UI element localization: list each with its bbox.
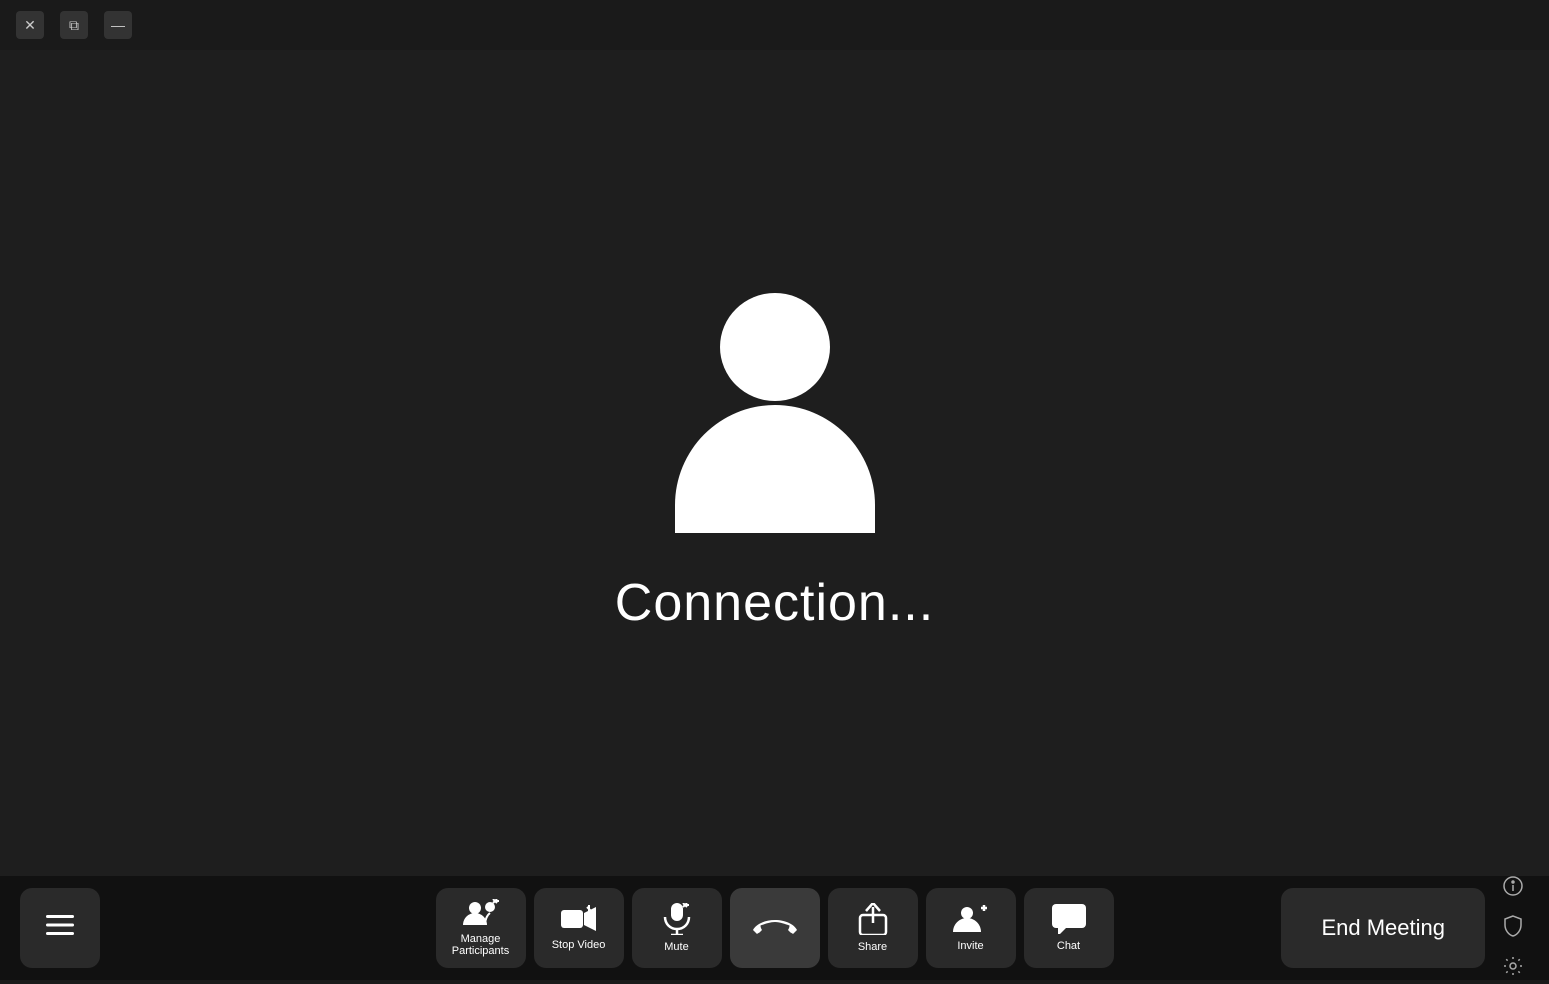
- toolbar-left: [20, 888, 100, 968]
- chat-icon: [1052, 904, 1086, 934]
- mute-button[interactable]: Mute: [632, 888, 722, 968]
- invite-icon: [953, 904, 989, 934]
- settings-button[interactable]: [1497, 952, 1529, 984]
- gear-icon: [1503, 956, 1523, 981]
- stop-video-button[interactable]: Stop Video: [534, 888, 624, 968]
- title-bar: ✕ ⧉ —: [0, 0, 1549, 50]
- end-meeting-button[interactable]: End Meeting: [1281, 888, 1485, 968]
- shield-button[interactable]: [1497, 912, 1529, 944]
- share-icon: [858, 903, 888, 935]
- toolbar: ManageParticipants Stop Video: [0, 876, 1549, 980]
- shield-icon: [1503, 915, 1523, 942]
- chat-label: Chat: [1057, 940, 1080, 952]
- invite-label: Invite: [957, 940, 983, 952]
- mute-label: Mute: [664, 941, 688, 953]
- menu-button[interactable]: [20, 888, 100, 968]
- stop-video-icon: [561, 905, 597, 933]
- avatar-container: [655, 293, 895, 533]
- share-label: Share: [858, 941, 887, 953]
- pip-icon: ⧉: [69, 17, 79, 34]
- manage-participants-label: ManageParticipants: [452, 933, 509, 957]
- mute-icon: [663, 903, 691, 935]
- chat-button[interactable]: Chat: [1024, 888, 1114, 968]
- stop-video-label: Stop Video: [552, 939, 606, 951]
- close-button[interactable]: ✕: [16, 11, 44, 39]
- side-icons: [1497, 872, 1529, 984]
- toolbar-right: End Meeting: [1281, 872, 1529, 984]
- minimize-icon: —: [111, 17, 125, 33]
- toolbar-center: ManageParticipants Stop Video: [436, 888, 1114, 968]
- share-button[interactable]: Share: [828, 888, 918, 968]
- hangup-icon: [753, 916, 797, 940]
- hangup-button[interactable]: [730, 888, 820, 968]
- info-button[interactable]: [1497, 872, 1529, 904]
- pip-button[interactable]: ⧉: [60, 11, 88, 39]
- info-icon: [1503, 876, 1523, 901]
- end-meeting-label: End Meeting: [1321, 915, 1445, 940]
- connection-status: Connection...: [615, 573, 934, 633]
- manage-participants-button[interactable]: ManageParticipants: [436, 888, 526, 968]
- avatar-body: [675, 405, 875, 533]
- invite-button[interactable]: Invite: [926, 888, 1016, 968]
- close-icon: ✕: [24, 17, 36, 34]
- avatar-head: [720, 293, 830, 401]
- manage-participants-icon: [463, 899, 499, 927]
- main-content: Connection...: [0, 50, 1549, 876]
- menu-icon: [46, 915, 74, 941]
- avatar-icon: [655, 293, 895, 533]
- minimize-button[interactable]: —: [104, 11, 132, 39]
